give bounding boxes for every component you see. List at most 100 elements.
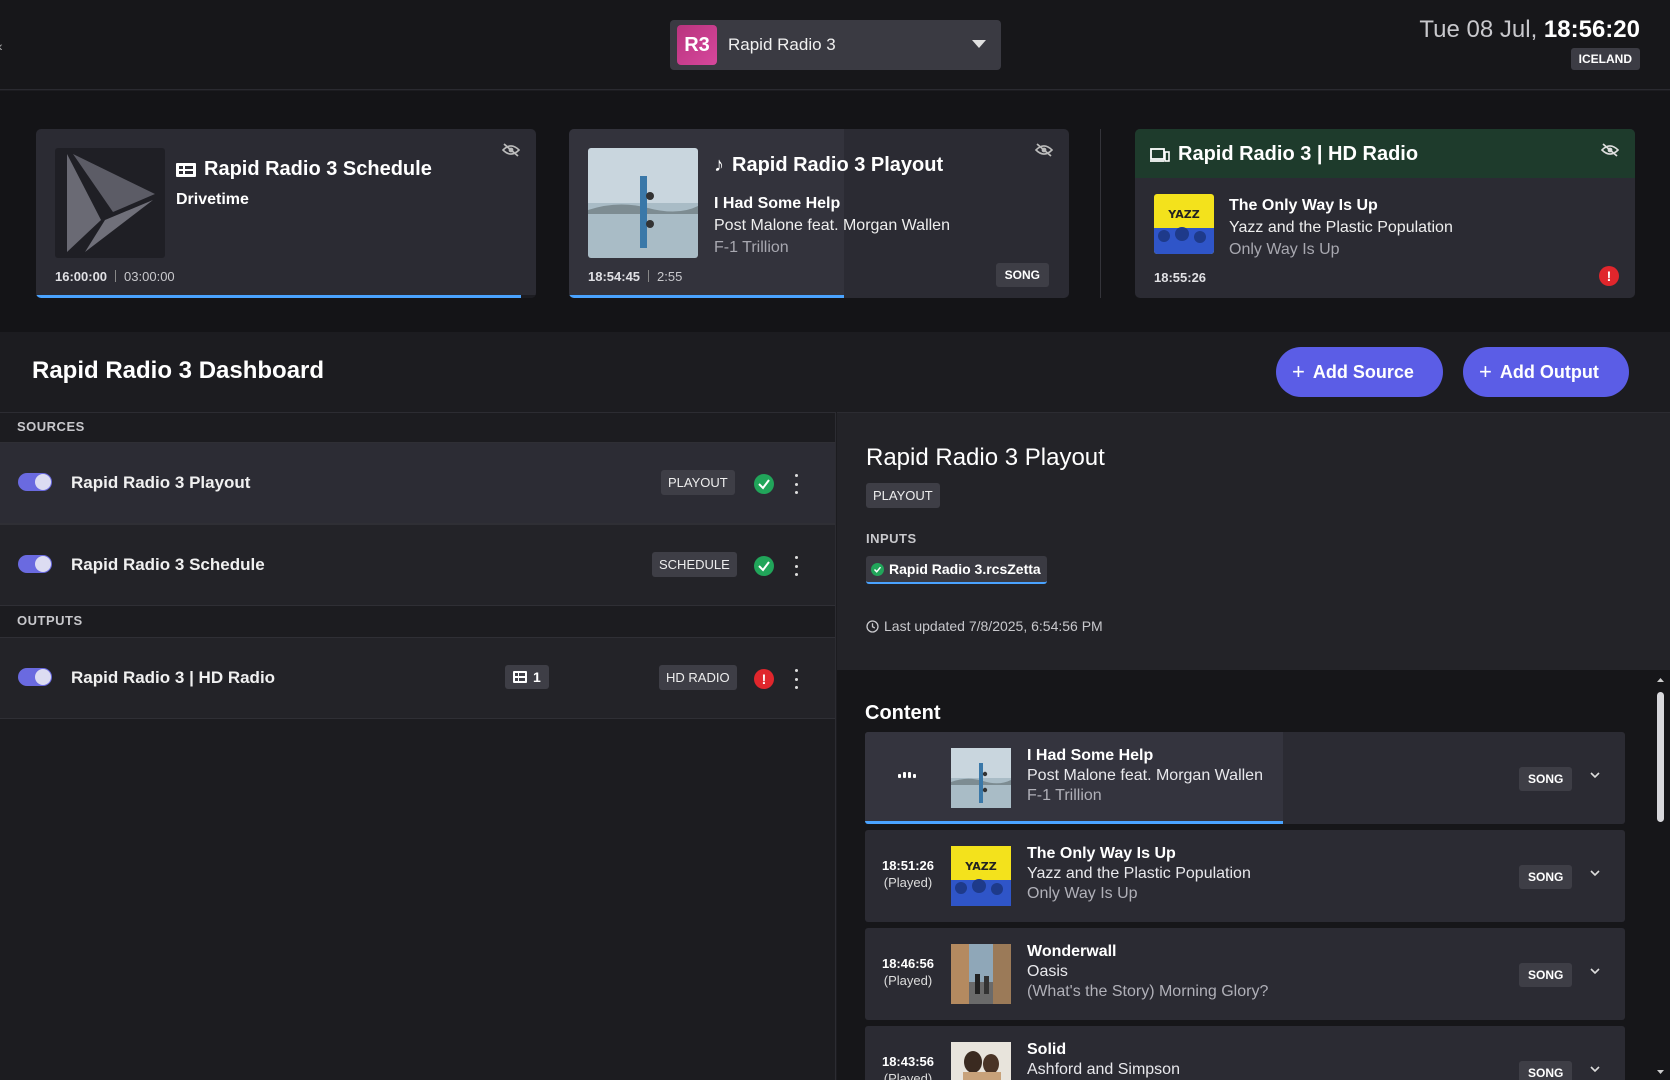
eye-off-icon[interactable]	[1601, 143, 1619, 157]
add-source-label: Add Source	[1312, 361, 1414, 382]
station-selector[interactable]: R3 Rapid Radio 3	[670, 20, 1001, 70]
item-time: 18:43:56 (Played)	[865, 1053, 951, 1080]
source-name: Rapid Radio 3 Playout	[71, 473, 251, 492]
schedule-logo	[55, 148, 165, 258]
plus-icon: +	[1292, 359, 1305, 384]
schedule-start: 16:00:00	[55, 269, 108, 284]
item-time-value: 18:43:56	[881, 1054, 935, 1069]
add-output-button[interactable]: + Add Output	[1463, 347, 1629, 397]
track-title: The Only Way Is Up	[1229, 197, 1378, 214]
song-badge: SONG	[1519, 1061, 1573, 1080]
item-artist: Oasis	[1027, 963, 1068, 980]
item-time: 18:51:26 (Played)	[865, 857, 951, 891]
plus-icon: +	[1479, 359, 1492, 384]
output-toggle[interactable]	[18, 668, 52, 686]
outputs-label: OUTPUTS	[17, 613, 83, 628]
clock-date: Tue 08 Jul,	[1419, 16, 1544, 43]
count-value: 1	[533, 669, 541, 685]
eye-off-icon[interactable]	[1035, 143, 1053, 157]
content-item[interactable]: 18:46:56 (Played) Wonderwall Oasis (What'…	[865, 928, 1625, 1020]
station-name: Rapid Radio 3	[728, 35, 836, 54]
caret-down-icon	[972, 40, 986, 48]
station-logo: R3	[677, 25, 717, 65]
schedule-duration: 03:00:00	[124, 269, 175, 284]
source-toggle[interactable]	[18, 555, 52, 573]
input-chip[interactable]: Rapid Radio 3.rcsZetta	[866, 556, 1047, 584]
inputs-label: INPUTS	[866, 531, 917, 546]
album-art-only-way-is-up: YAZZ	[951, 846, 1011, 906]
source-row-schedule[interactable]: Rapid Radio 3 Schedule SCHEDULE	[0, 524, 835, 606]
playout-card-title-text: Rapid Radio 3 Playout	[732, 154, 944, 176]
source-type-badge: SCHEDULE	[652, 552, 737, 577]
scrollbar-thumb[interactable]	[1657, 692, 1664, 822]
hd-radio-card[interactable]: Rapid Radio 3 | HD Radio YAZZ The Only W…	[1135, 129, 1635, 298]
item-artist: Post Malone feat. Morgan Wallen	[1027, 767, 1263, 784]
chevron-down-icon[interactable]	[1590, 966, 1600, 976]
chevron-left-icon[interactable]: ‹	[0, 38, 3, 54]
content-title: Content	[865, 702, 941, 724]
schedule-icon	[176, 162, 196, 177]
item-title: Solid	[1027, 1041, 1067, 1058]
item-status: (Played)	[883, 875, 933, 890]
source-name: Rapid Radio 3 Schedule	[71, 555, 265, 574]
album-art-only-way-is-up: YAZZ	[1154, 194, 1214, 254]
playout-card[interactable]: ♪ Rapid Radio 3 Playout I Had Some Help …	[569, 129, 1069, 298]
last-updated-text: Last updated 7/8/2025, 6:54:56 PM	[884, 618, 1103, 634]
scroll-down-icon[interactable]	[1656, 1068, 1665, 1076]
output-row-hd-radio[interactable]: Rapid Radio 3 | HD Radio 1 HD RADIO !	[0, 637, 835, 719]
hd-radio-card-title: Rapid Radio 3 | HD Radio	[1150, 143, 1418, 166]
content-item-now-playing[interactable]: I Had Some Help Post Malone feat. Morgan…	[865, 732, 1625, 824]
item-title: The Only Way Is Up	[1027, 845, 1176, 862]
chevron-down-icon[interactable]	[1590, 770, 1600, 780]
now-playing-icon	[898, 772, 916, 778]
item-time: 18:46:56 (Played)	[865, 955, 951, 989]
content-item[interactable]: 18:51:26 (Played) YAZZ The Only Way Is Up…	[865, 830, 1625, 922]
top-bar: ‹ R3 Rapid Radio 3 Tue 08 Jul, 18:56:20 …	[0, 0, 1670, 90]
source-type-badge: PLAYOUT	[661, 470, 735, 495]
track-artist: Post Malone feat. Morgan Wallen	[714, 217, 950, 234]
eye-off-icon[interactable]	[502, 143, 520, 157]
source-row-playout[interactable]: Rapid Radio 3 Playout PLAYOUT	[0, 442, 835, 524]
output-type-badge: HD RADIO	[659, 665, 737, 690]
svg-text:YAZZ: YAZZ	[1167, 208, 1199, 221]
svg-text:YAZZ: YAZZ	[964, 860, 996, 873]
chevron-down-icon[interactable]	[1590, 1064, 1600, 1074]
schedule-card-title: Rapid Radio 3 Schedule	[176, 158, 432, 181]
content-scrollbar[interactable]	[1656, 676, 1665, 1076]
album-art-morning-glory	[951, 944, 1011, 1004]
schedule-card[interactable]: Rapid Radio 3 Schedule Drivetime 16:00:0…	[36, 129, 536, 298]
playout-start: 18:54:45	[588, 269, 641, 284]
item-track-info: Solid Ashford and Simpson	[1027, 1040, 1180, 1080]
scroll-up-icon[interactable]	[1656, 676, 1665, 684]
track-title: I Had Some Help	[714, 195, 841, 212]
more-vertical-icon[interactable]	[793, 474, 799, 494]
detail-title: Rapid Radio 3 Playout	[866, 444, 1105, 471]
song-badge: SONG	[1519, 767, 1573, 791]
schedule-card-title-text: Rapid Radio 3 Schedule	[204, 158, 432, 180]
item-status: (Played)	[883, 973, 933, 988]
add-source-button[interactable]: + Add Source	[1276, 347, 1443, 397]
more-vertical-icon[interactable]	[793, 669, 799, 689]
playout-card-meta: 18:54:45 2:55	[588, 269, 682, 284]
hd-radio-track-info: The Only Way Is Up Yazz and the Plastic …	[1229, 195, 1453, 261]
playout-card-title: ♪ Rapid Radio 3 Playout	[714, 154, 943, 177]
item-album: Only Way Is Up	[1027, 885, 1138, 902]
album-art-solid	[951, 1042, 1011, 1080]
item-track-info: I Had Some Help Post Malone feat. Morgan…	[1027, 746, 1263, 806]
item-title: Wonderwall	[1027, 943, 1117, 960]
music-note-icon: ♪	[714, 154, 724, 176]
source-toggle[interactable]	[18, 473, 52, 491]
hd-radio-card-title-text: Rapid Radio 3 | HD Radio	[1178, 143, 1419, 165]
schedule-progress	[36, 295, 521, 298]
now-playing-strip: Rapid Radio 3 Schedule Drivetime 16:00:0…	[0, 91, 1670, 332]
add-output-label: Add Output	[1499, 361, 1599, 382]
detail-panel: Rapid Radio 3 Playout PLAYOUT INPUTS Rap…	[837, 412, 1670, 1080]
content-item[interactable]: 18:43:56 (Played) Solid Ashford and Simps…	[865, 1026, 1625, 1080]
hd-radio-card-meta: 18:55:26	[1154, 270, 1206, 285]
check-circle-icon	[871, 562, 884, 576]
chevron-down-icon[interactable]	[1590, 868, 1600, 878]
item-track-info: The Only Way Is Up Yazz and the Plastic …	[1027, 844, 1251, 904]
device-icon	[1150, 147, 1170, 162]
clock-icon	[866, 619, 879, 633]
more-vertical-icon[interactable]	[793, 556, 799, 576]
